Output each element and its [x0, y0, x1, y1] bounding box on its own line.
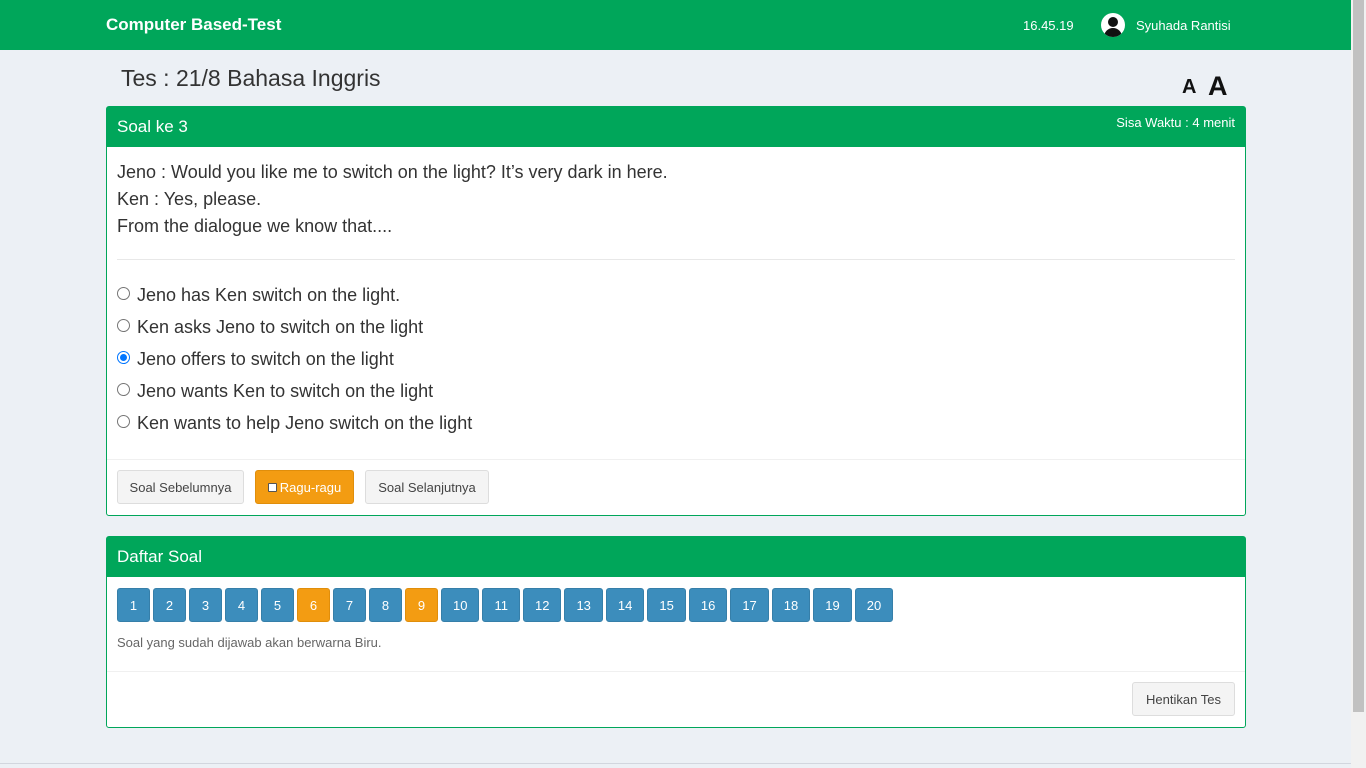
question-number-button[interactable]: 11	[482, 588, 520, 622]
user-circle-icon	[1101, 13, 1125, 37]
question-line: Jeno : Would you like me to switch on th…	[117, 162, 668, 182]
question-number-button[interactable]: 2	[153, 588, 186, 622]
radio-button[interactable]	[117, 414, 130, 428]
page-bottom-border	[0, 763, 1351, 764]
radio-button[interactable]	[117, 286, 130, 300]
question-number-button[interactable]: 14	[605, 588, 645, 622]
question-number-button[interactable]: 7	[333, 588, 366, 622]
user-name: Syuhada Rantisi	[1136, 17, 1231, 33]
question-number-button[interactable]: 12	[522, 588, 562, 622]
doubt-button[interactable]: Ragu-ragu	[255, 470, 354, 504]
question-line: Ken : Yes, please.	[117, 189, 262, 209]
question-list-footer: Hentikan Tes	[107, 671, 1245, 727]
question-number-button[interactable]: 18	[771, 588, 811, 622]
remaining-time: Sisa Waktu : 4 menit	[1116, 115, 1235, 130]
answer-option-label: Jeno wants Ken to switch on the light	[137, 380, 434, 401]
answer-option-label: Ken wants to help Jeno switch on the lig…	[137, 412, 473, 433]
top-navbar: Computer Based-Test 16.45.19 Syuhada Ran…	[0, 0, 1351, 50]
answer-option-label: Jeno offers to switch on the light	[137, 348, 394, 369]
radio-button[interactable]	[117, 382, 130, 396]
question-line: From the dialogue we know that....	[117, 216, 393, 236]
question-number-button[interactable]: 5	[261, 588, 294, 622]
question-list-header: Daftar Soal	[107, 537, 1245, 577]
question-number-button[interactable]: 17	[730, 588, 769, 622]
question-number-button[interactable]: 16	[688, 588, 728, 622]
user-menu[interactable]: Syuhada Rantisi	[1101, 13, 1231, 37]
answer-option-label: Jeno has Ken switch on the light.	[137, 284, 401, 305]
clock-display: 16.45.19	[1023, 18, 1074, 33]
answer-option-b[interactable]: Ken asks Jeno to switch on the light	[117, 311, 472, 343]
radio-button-selected[interactable]	[117, 350, 130, 364]
answer-option-c[interactable]: Jeno offers to switch on the light	[117, 343, 472, 375]
question-list-title: Daftar Soal	[117, 547, 203, 566]
question-number-button[interactable]: 8	[369, 588, 402, 622]
question-list-panel: Daftar Soal 1 2 3 4 5 6 7 8 9 10 11 12 1…	[106, 536, 1246, 728]
question-text: Jeno : Would you like me to switch on th…	[117, 159, 668, 240]
question-number-button[interactable]: 13	[564, 588, 603, 622]
page-title: Tes : 21/8 Bahasa Inggris	[121, 65, 381, 91]
answer-option-a[interactable]: Jeno has Ken switch on the light.	[117, 279, 472, 311]
vertical-scrollbar[interactable]	[1351, 0, 1366, 768]
question-number-button[interactable]: 20	[854, 588, 894, 622]
question-number-button-doubt[interactable]: 9	[405, 588, 438, 622]
scrollbar-thumb[interactable]	[1353, 0, 1364, 712]
question-number-button[interactable]: 1	[117, 588, 150, 622]
answer-option-d[interactable]: Jeno wants Ken to switch on the light	[117, 375, 472, 407]
question-number-button[interactable]: 15	[647, 588, 686, 622]
question-panel-header: Soal ke 3 Sisa Waktu : 4 menit	[107, 107, 1245, 147]
app-brand[interactable]: Computer Based-Test	[106, 15, 281, 35]
question-number-button-doubt[interactable]: 6	[297, 588, 330, 622]
stop-test-button[interactable]: Hentikan Tes	[1132, 682, 1235, 716]
answer-option-e[interactable]: Ken wants to help Jeno switch on the lig…	[117, 407, 472, 439]
font-size-increase-button[interactable]: A	[1208, 71, 1228, 102]
previous-question-button[interactable]: Soal Sebelumnya	[117, 470, 244, 504]
question-number-title: Soal ke 3	[117, 117, 188, 136]
doubt-checkbox[interactable]	[267, 482, 277, 492]
question-number-button[interactable]: 3	[189, 588, 222, 622]
next-question-button[interactable]: Soal Selanjutnya	[365, 470, 489, 504]
question-panel: Soal ke 3 Sisa Waktu : 4 menit Jeno : Wo…	[106, 106, 1246, 516]
question-number-button[interactable]: 19	[813, 588, 852, 622]
answered-legend-note: Soal yang sudah dijawab akan berwarna Bi…	[117, 635, 382, 650]
answer-option-label: Ken asks Jeno to switch on the light	[137, 316, 424, 337]
question-number-button[interactable]: 4	[225, 588, 258, 622]
divider	[117, 259, 1235, 260]
doubt-button-label: Ragu-ragu	[279, 479, 342, 495]
radio-button[interactable]	[117, 318, 130, 332]
answer-options: Jeno has Ken switch on the light. Ken as…	[117, 279, 472, 439]
question-panel-footer: Soal Sebelumnya Ragu-ragu Soal Selanjutn…	[107, 459, 1245, 515]
font-size-decrease-button[interactable]: A	[1182, 76, 1196, 99]
question-number-button[interactable]: 10	[441, 588, 480, 622]
question-number-grid: 1 2 3 4 5 6 7 8 9 10 11 12 13 14 15 16 1…	[117, 588, 894, 622]
